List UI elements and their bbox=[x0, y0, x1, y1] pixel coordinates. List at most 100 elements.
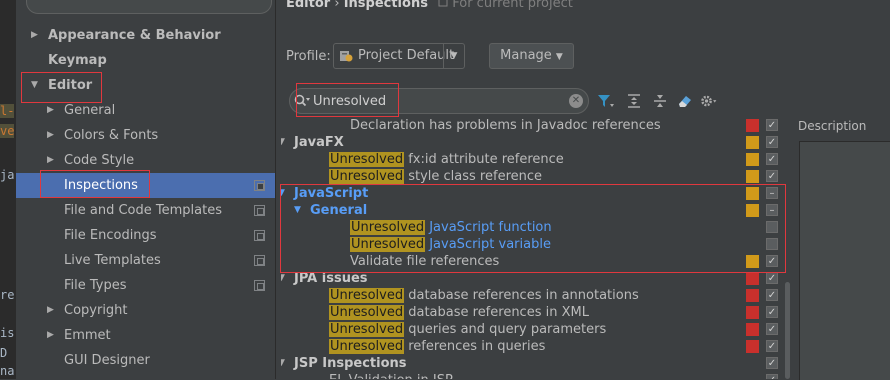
inspection-enabled-checkbox[interactable] bbox=[766, 187, 778, 199]
chevron-down-icon: ▼ bbox=[555, 52, 563, 62]
sidebar-item-inspections[interactable]: Inspections bbox=[16, 173, 275, 198]
sidebar-item-label: Code Style bbox=[64, 153, 135, 168]
chevron-right-icon[interactable]: ▶ bbox=[47, 298, 54, 323]
reset-eraser-icon[interactable] bbox=[676, 92, 694, 110]
inspection-row[interactable]: Validate file references bbox=[281, 253, 781, 270]
inspection-row[interactable]: Unresolved JavaScript variable bbox=[281, 236, 781, 253]
chevron-down-icon[interactable]: ▼ bbox=[281, 134, 285, 151]
settings-sidebar: ▶ Appearance & Behavior Keymap ▼ Editor ▶ Gene… bbox=[16, 0, 276, 379]
search-input[interactable] bbox=[313, 92, 553, 110]
sidebar-item-editor[interactable]: ▼ Editor bbox=[16, 73, 275, 98]
profile-select[interactable]: Project Default ▼ bbox=[333, 43, 465, 69]
description-panel bbox=[799, 141, 890, 380]
sidebar-item-copyright[interactable]: ▶ Copyright bbox=[16, 298, 275, 323]
settings-search-field[interactable] bbox=[26, 0, 272, 14]
sidebar-item-gui-designer[interactable]: GUI Designer bbox=[16, 348, 275, 373]
breadcrumb-separator: › bbox=[334, 0, 340, 11]
search-match-highlight: Unresolved bbox=[329, 152, 405, 167]
inspection-name: JavaScript function bbox=[425, 220, 552, 235]
inspection-row[interactable]: Unresolved database references in XML bbox=[281, 304, 781, 321]
breadcrumb-current: Inspections bbox=[343, 0, 428, 11]
inspection-row[interactable]: Unresolved fx:id attribute reference bbox=[281, 151, 781, 168]
editor-code-fragment: is bbox=[0, 326, 15, 340]
inspection-row[interactable]: Unresolved style class reference bbox=[281, 168, 781, 185]
sidebar-item-label: File Encodings bbox=[64, 228, 157, 243]
chevron-down-icon[interactable]: ▼ bbox=[281, 270, 285, 287]
search-match-highlight: Unresolved bbox=[350, 237, 426, 252]
chevron-down-icon[interactable]: ▼ bbox=[281, 185, 285, 202]
scrollbar-thumb[interactable] bbox=[785, 282, 790, 379]
sidebar-item-general[interactable]: ▶ General bbox=[16, 98, 275, 123]
inspection-enabled-checkbox[interactable] bbox=[766, 153, 778, 165]
inspection-enabled-checkbox[interactable] bbox=[766, 119, 778, 131]
chevron-down-icon[interactable]: ▼ bbox=[294, 202, 301, 219]
inspection-group-row[interactable]: ▼ JavaFX bbox=[281, 134, 781, 151]
inspection-enabled-checkbox[interactable] bbox=[766, 340, 778, 352]
project-scope-icon bbox=[438, 0, 448, 7]
gear-icon[interactable] bbox=[700, 92, 718, 110]
collapse-all-icon[interactable] bbox=[651, 92, 669, 110]
inspection-name: database references in XML bbox=[404, 305, 589, 320]
chevron-down-icon[interactable]: ▼ bbox=[443, 44, 464, 68]
inspection-row[interactable]: Unresolved queries and query parameters bbox=[281, 321, 781, 338]
inspection-enabled-checkbox[interactable] bbox=[766, 323, 778, 335]
chevron-right-icon[interactable]: ▶ bbox=[47, 123, 54, 148]
filter-icon[interactable] bbox=[596, 92, 614, 110]
inspection-enabled-checkbox[interactable] bbox=[766, 374, 778, 379]
editor-code-fragment: re bbox=[0, 288, 15, 302]
manage-button[interactable]: Manage ▼ bbox=[489, 43, 574, 69]
inspection-enabled-checkbox[interactable] bbox=[766, 238, 778, 250]
inspection-enabled-checkbox[interactable] bbox=[766, 306, 778, 318]
inspection-row[interactable]: Unresolved JavaScript function bbox=[281, 219, 781, 236]
expand-all-icon[interactable] bbox=[625, 92, 643, 110]
inspection-group-row[interactable]: ▼ JSP Inspections bbox=[281, 355, 781, 372]
clear-search-icon[interactable]: ✕ bbox=[569, 94, 583, 108]
sidebar-item-file-and-code-templates[interactable]: File and Code Templates bbox=[16, 198, 275, 223]
project-level-icon bbox=[254, 180, 265, 191]
severity-warning-icon bbox=[746, 170, 759, 183]
sidebar-item-label: General bbox=[64, 103, 116, 118]
severity-warning-icon bbox=[746, 136, 759, 149]
inspection-enabled-checkbox[interactable] bbox=[766, 136, 778, 148]
inspection-row[interactable]: Unresolved references in queries bbox=[281, 338, 781, 355]
inspection-enabled-checkbox[interactable] bbox=[766, 357, 778, 369]
inspection-group-row[interactable]: ▼ General bbox=[281, 202, 781, 219]
inspection-group-row[interactable]: ▼ JPA issues bbox=[281, 270, 781, 287]
inspection-group-row[interactable]: ▼ JavaScript bbox=[281, 185, 781, 202]
inspection-label: Unresolved style class reference bbox=[329, 168, 542, 185]
inspection-enabled-checkbox[interactable] bbox=[766, 170, 778, 182]
sidebar-item-label: Live Templates bbox=[64, 253, 161, 268]
description-label: Description bbox=[798, 119, 867, 133]
inspection-enabled-checkbox[interactable] bbox=[766, 289, 778, 301]
inspection-enabled-checkbox[interactable] bbox=[766, 255, 778, 267]
chevron-right-icon[interactable]: ▶ bbox=[31, 23, 38, 48]
inspection-label: Unresolved fx:id attribute reference bbox=[329, 151, 564, 168]
inspections-scrollbar[interactable] bbox=[784, 117, 791, 379]
sidebar-item-file-types[interactable]: File Types bbox=[16, 273, 275, 298]
sidebar-item-live-templates[interactable]: Live Templates bbox=[16, 248, 275, 273]
inspection-enabled-checkbox[interactable] bbox=[766, 272, 778, 284]
sidebar-item-appearance-behavior[interactable]: ▶ Appearance & Behavior bbox=[16, 23, 275, 48]
sidebar-item-code-style[interactable]: ▶ Code Style bbox=[16, 148, 275, 173]
chevron-right-icon[interactable]: ▶ bbox=[47, 323, 54, 348]
chevron-right-icon[interactable]: ▶ bbox=[47, 148, 54, 173]
inspection-enabled-checkbox[interactable] bbox=[766, 221, 778, 233]
inspection-label: JavaScript bbox=[294, 185, 368, 202]
sidebar-item-emmet[interactable]: ▶ Emmet bbox=[16, 323, 275, 348]
inspection-row[interactable]: Declaration has problems in Javadoc refe… bbox=[281, 117, 781, 134]
editor-code-fragment: D bbox=[0, 346, 8, 360]
sidebar-item-file-encodings[interactable]: File Encodings bbox=[16, 223, 275, 248]
inspection-row[interactable]: Unresolved database references in annota… bbox=[281, 287, 781, 304]
sidebar-item-label: Colors & Fonts bbox=[64, 128, 159, 143]
search-icon[interactable] bbox=[294, 94, 310, 108]
chevron-down-icon[interactable]: ▼ bbox=[31, 73, 38, 98]
chevron-right-icon[interactable]: ▶ bbox=[47, 98, 54, 123]
sidebar-item-keymap[interactable]: Keymap bbox=[16, 48, 275, 73]
sidebar-item-label: GUI Designer bbox=[64, 353, 150, 368]
inspection-search-field[interactable]: ✕ bbox=[289, 88, 589, 114]
inspection-enabled-checkbox[interactable] bbox=[766, 204, 778, 216]
sidebar-item-colors-fonts[interactable]: ▶ Colors & Fonts bbox=[16, 123, 275, 148]
inspection-name: EL Validation in JSP bbox=[329, 373, 453, 379]
chevron-down-icon[interactable]: ▼ bbox=[281, 355, 285, 372]
inspection-row[interactable]: EL Validation in JSP bbox=[281, 372, 781, 379]
